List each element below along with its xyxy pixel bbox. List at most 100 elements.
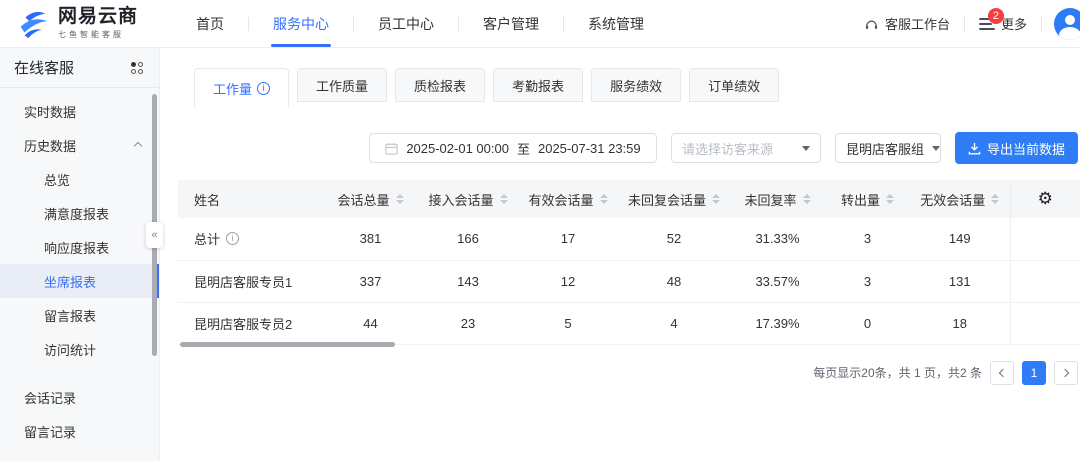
more-label: 更多: [1001, 14, 1027, 33]
sidebar-title: 在线客服: [14, 57, 74, 78]
date-to-label: 至: [517, 139, 530, 158]
cell-accepted-sessions: 23: [418, 302, 518, 344]
cell-valid-sessions: 5: [518, 302, 618, 344]
hamburger-icon: 2: [979, 18, 995, 30]
agent-report-table: 姓名 会话总量 接入会话量 有效会话量 未回复会话量 未回复: [178, 180, 1080, 345]
page-number-button[interactable]: 1: [1022, 361, 1046, 385]
sidebar-item-response-report[interactable]: 响应度报表: [0, 230, 159, 264]
caret-down-icon: [932, 146, 940, 151]
tab-attendance-report[interactable]: 考勤报表: [493, 68, 583, 102]
date-start-value: 2025-02-01 00:00: [406, 141, 509, 156]
column-header-unreplied-rate: 未回复率: [730, 180, 825, 218]
column-header-invalid-sessions: 无效会话量: [910, 180, 1010, 218]
sidebar-item-session-records[interactable]: 会话记录: [0, 380, 159, 414]
service-group-select[interactable]: 昆明店客服组: [835, 133, 941, 163]
column-header-accepted-sessions: 接入会话量: [418, 180, 518, 218]
nav-item-system-mgmt[interactable]: 系统管理: [564, 0, 668, 47]
sidebar-item-overview[interactable]: 总览: [0, 162, 159, 196]
table-row-agent-1: 昆明店客服专员1 337 143 12 48 33.57% 3 131: [178, 260, 1080, 302]
sidebar-item-message-report[interactable]: 留言报表: [0, 298, 159, 332]
top-header: 网易云商 七鱼智能客服 首页 服务中心 员工中心 客户管理 系统管理 客服工作台…: [0, 0, 1080, 48]
sort-icon[interactable]: [712, 194, 720, 204]
notification-badge: 2: [988, 8, 1004, 24]
row-name: 昆明店客服专员2: [178, 302, 323, 344]
column-header-name: 姓名: [178, 180, 323, 218]
cell-unreplied-rate: 31.33%: [730, 218, 825, 260]
table-row-total: 总计 i 381 166 17 52 31.33% 3 149: [178, 218, 1080, 260]
download-icon: [968, 142, 981, 155]
column-header-total-sessions: 会话总量: [323, 180, 418, 218]
sidebar-item-visit-stats[interactable]: 访问统计: [0, 332, 159, 366]
horizontal-scrollbar[interactable]: [180, 342, 395, 347]
pagination: 每页显示20条，共 1 页，共2 条 1: [178, 361, 1080, 385]
cell-unreplied-rate: 33.57%: [730, 260, 825, 302]
cell-total-sessions: 381: [323, 218, 418, 260]
prev-page-button[interactable]: [990, 361, 1014, 385]
tab-work-quality[interactable]: 工作质量: [297, 68, 387, 102]
cell-transferred-out: 3: [825, 218, 910, 260]
sort-icon[interactable]: [886, 194, 894, 204]
row-name: 昆明店客服专员1: [178, 260, 323, 302]
main-content: 工作量 i 工作质量 质检报表 考勤报表 服务绩效 订单绩效 2025-02-0…: [160, 48, 1080, 461]
date-range-picker[interactable]: 2025-02-01 00:00 至 2025-07-31 23:59: [369, 133, 657, 163]
table-row-agent-2: 昆明店客服专员2 44 23 5 4 17.39% 0 18: [178, 302, 1080, 344]
cell-invalid-sessions: 149: [910, 218, 1010, 260]
pagination-summary: 每页显示20条，共 1 页，共2 条: [813, 364, 982, 381]
visitor-source-select[interactable]: 请选择访客来源: [671, 133, 821, 163]
cell-transferred-out: 3: [825, 260, 910, 302]
cell-valid-sessions: 12: [518, 260, 618, 302]
sort-icon[interactable]: [396, 194, 404, 204]
filter-bar: 2025-02-01 00:00 至 2025-07-31 23:59 请选择访…: [178, 132, 1080, 164]
cell-total-sessions: 337: [323, 260, 418, 302]
cell-unreplied-sessions: 4: [618, 302, 730, 344]
headset-icon: [864, 17, 879, 31]
sort-icon[interactable]: [991, 194, 999, 204]
sort-icon[interactable]: [500, 194, 508, 204]
cell-transferred-out: 0: [825, 302, 910, 344]
chevron-up-icon: [134, 142, 142, 150]
column-settings: ⚙: [1010, 180, 1080, 218]
nav-item-home[interactable]: 首页: [172, 0, 248, 47]
cell-total-sessions: 44: [323, 302, 418, 344]
caret-down-icon: [802, 146, 810, 151]
export-label: 导出当前数据: [987, 139, 1065, 158]
chevron-right-icon: [1061, 368, 1069, 376]
sort-icon[interactable]: [600, 194, 608, 204]
date-end-value: 2025-07-31 23:59: [538, 141, 641, 156]
sidebar-item-agent-report[interactable]: 坐席报表: [0, 264, 159, 298]
table-header-row: 姓名 会话总量 接入会话量 有效会话量 未回复会话量 未回复: [178, 180, 1080, 218]
cell-unreplied-sessions: 52: [618, 218, 730, 260]
sidebar-item-satisfaction-report[interactable]: 满意度报表: [0, 196, 159, 230]
more-menu[interactable]: 2 更多: [965, 0, 1041, 47]
tab-service-performance[interactable]: 服务绩效: [591, 68, 681, 102]
apps-grid-icon[interactable]: [131, 62, 143, 74]
calendar-icon: [385, 142, 398, 155]
nav-item-staff-center[interactable]: 员工中心: [354, 0, 458, 47]
next-page-button[interactable]: [1054, 361, 1078, 385]
sort-icon[interactable]: [803, 194, 811, 204]
export-button[interactable]: 导出当前数据: [955, 132, 1078, 164]
user-avatar[interactable]: [1054, 8, 1080, 40]
cell-invalid-sessions: 18: [910, 302, 1010, 344]
info-icon[interactable]: i: [226, 232, 239, 245]
workbench-link[interactable]: 客服工作台: [850, 0, 964, 47]
nav-item-customer-mgmt[interactable]: 客户管理: [459, 0, 563, 47]
chevron-left-icon: [999, 368, 1007, 376]
gear-icon[interactable]: ⚙: [1038, 189, 1053, 208]
sidebar-item-realtime-data[interactable]: 实时数据: [0, 94, 159, 128]
sidebar-item-history-data[interactable]: 历史数据: [0, 128, 159, 162]
header-right: 客服工作台 2 更多: [850, 0, 1080, 47]
info-icon: i: [257, 82, 270, 95]
sidebar-collapse-button[interactable]: «: [146, 222, 163, 248]
cell-accepted-sessions: 143: [418, 260, 518, 302]
tab-order-performance[interactable]: 订单绩效: [689, 68, 779, 102]
sidebar-item-message-records[interactable]: 留言记录: [0, 414, 159, 448]
nav-item-service-center[interactable]: 服务中心: [249, 0, 353, 47]
tab-workload[interactable]: 工作量 i: [194, 68, 289, 107]
workbench-label: 客服工作台: [885, 14, 950, 33]
logo-subtitle: 七鱼智能客服: [58, 29, 138, 40]
cell-unreplied-sessions: 48: [618, 260, 730, 302]
column-header-valid-sessions: 有效会话量: [518, 180, 618, 218]
logo[interactable]: 网易云商 七鱼智能客服: [0, 7, 172, 41]
tab-qc-report[interactable]: 质检报表: [395, 68, 485, 102]
